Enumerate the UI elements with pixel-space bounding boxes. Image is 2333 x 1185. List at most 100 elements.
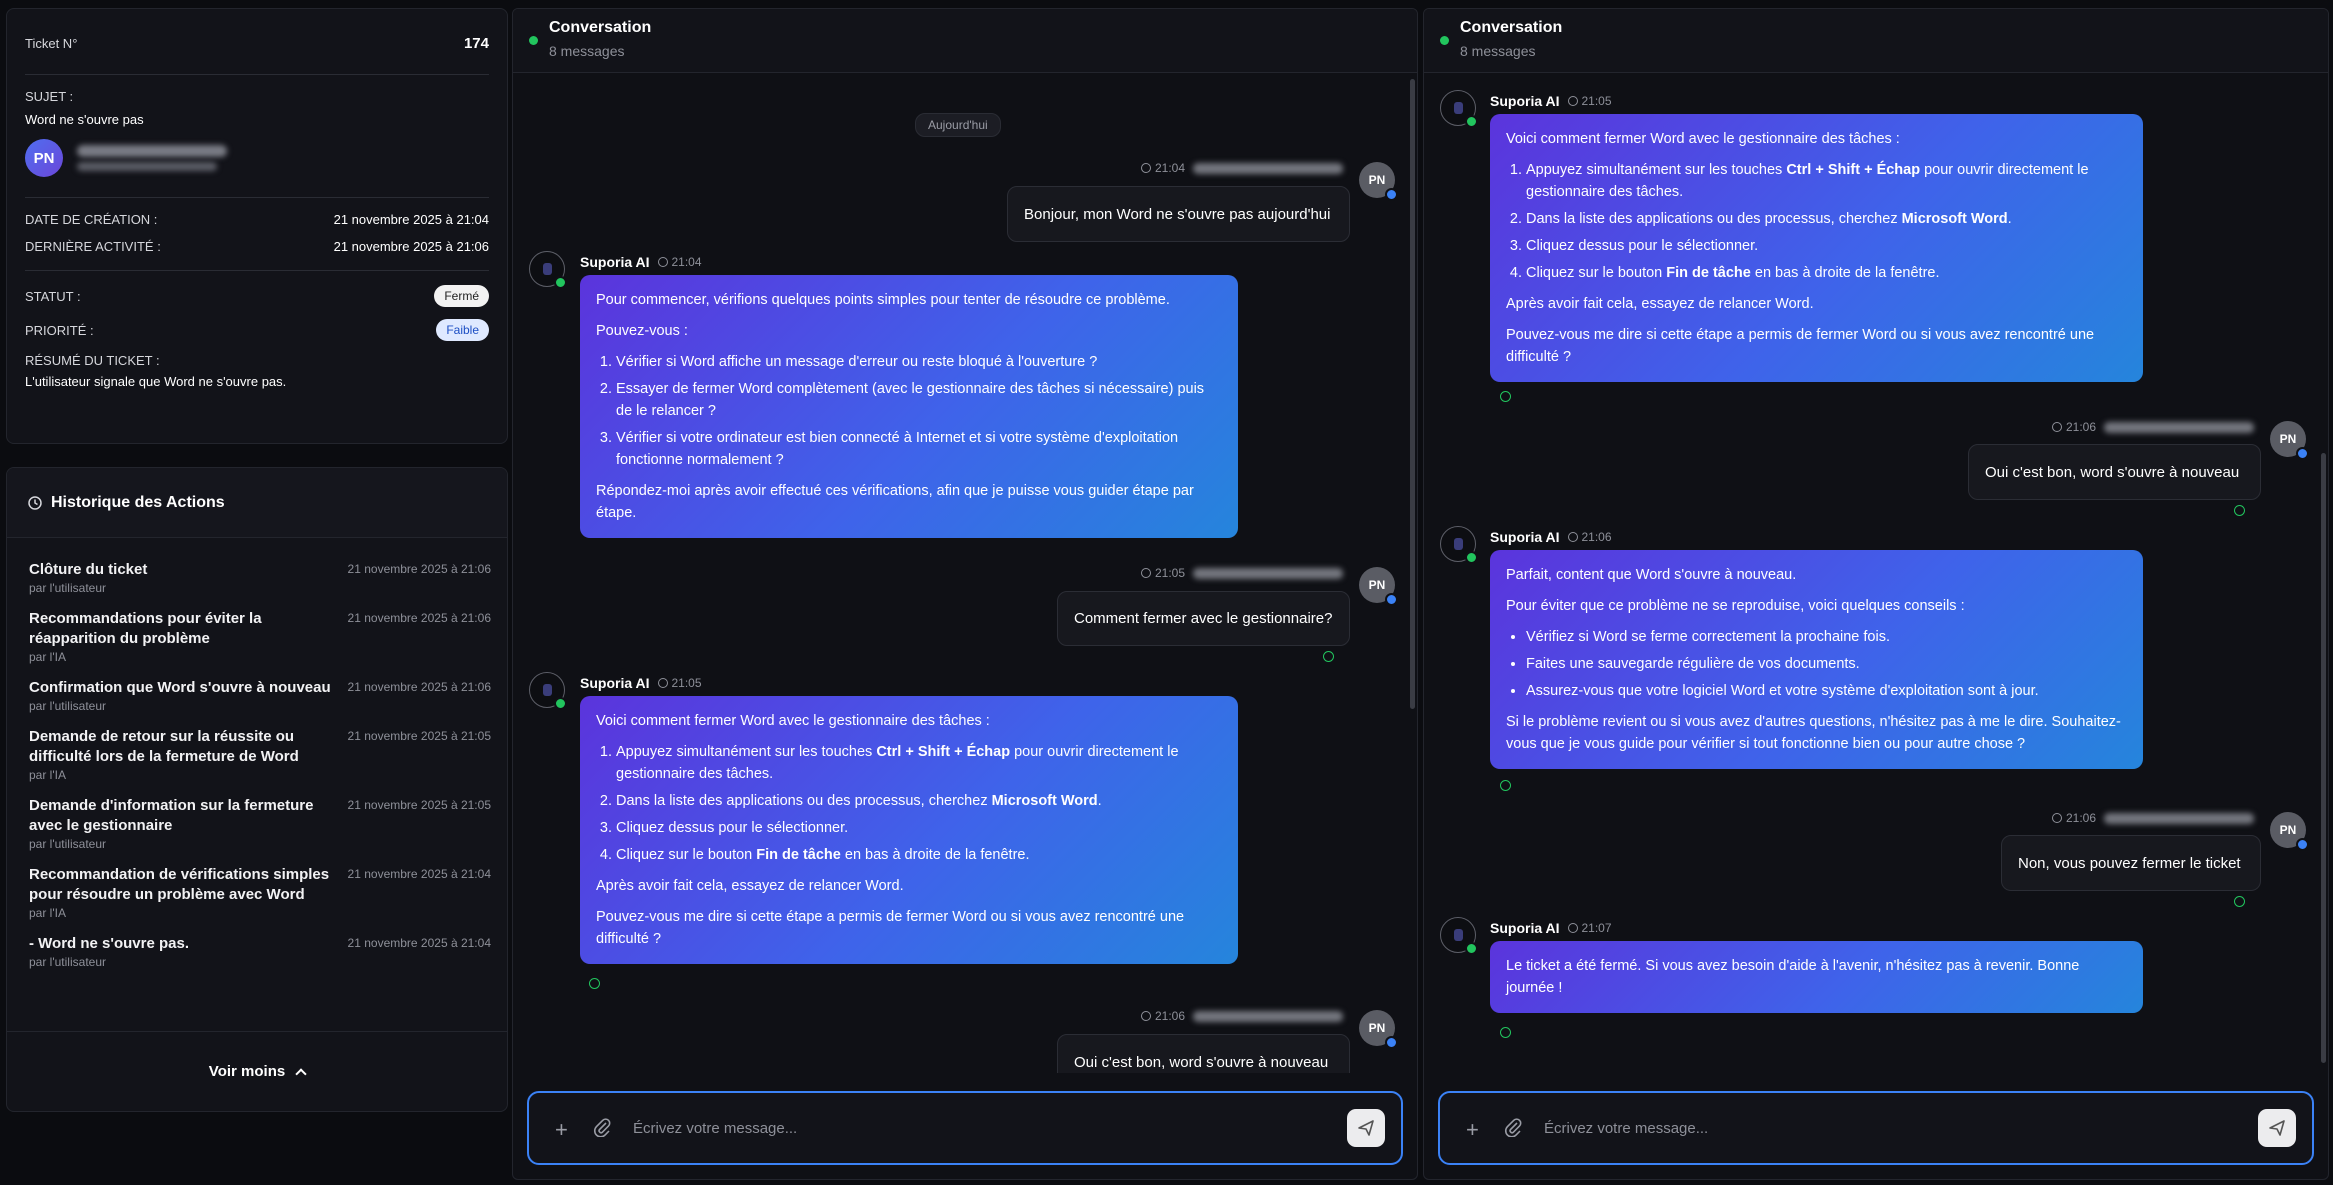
message-list[interactable]: Aujourd'hui 21:04 PN Bonjour, mon Word n… — [513, 73, 1417, 1073]
sender-name: Suporia AI — [1490, 93, 1560, 109]
message-time: 21:05 — [1155, 566, 1186, 580]
conversation-panel-scrolled: Conversation 8 messages Suporia AI 21:05… — [1423, 8, 2329, 1180]
sender-name: Suporia AI — [1490, 529, 1560, 545]
clock-icon — [1567, 532, 1578, 542]
summary-value: L'utilisateur signale que Word ne s'ouvr… — [25, 374, 287, 389]
divider — [25, 270, 489, 271]
list-item: Demande de retour sur la réussite ou dif… — [29, 727, 491, 782]
send-button[interactable] — [2258, 1109, 2296, 1147]
sender-name: Suporia AI — [580, 675, 650, 691]
paperclip-icon[interactable] — [593, 1117, 611, 1137]
avatar: PN — [25, 139, 63, 177]
conversation-title: Conversation — [549, 19, 652, 36]
avatar: PN — [2270, 421, 2309, 460]
conversation-header: Conversation 8 messages — [1424, 9, 2328, 73]
list-item: Clôture du ticket par l'utilisateur 21 no… — [29, 560, 491, 595]
read-receipt-icon — [1500, 780, 1511, 791]
history-card: Historique des Actions Clôture du ticket… — [6, 467, 508, 1112]
history-title: Historique des Actions — [51, 493, 225, 511]
message-time: 21:06 — [1581, 530, 1612, 544]
avatar: PN — [1359, 1010, 1398, 1049]
read-receipt-icon — [1500, 1027, 1511, 1038]
ai-avatar — [1440, 917, 1478, 955]
divider — [25, 197, 489, 198]
app-root: Ticket N° 174 SUJET : Word ne s'ouvre pa… — [0, 0, 2333, 1185]
paperclip-icon[interactable] — [1504, 1117, 1522, 1137]
ai-message: Le ticket a été fermé. Si vous avez beso… — [1490, 941, 2143, 1013]
message-meta: 21:06 — [2052, 420, 2255, 434]
history-item-date: 21 novembre 2025 à 21:05 — [347, 798, 491, 812]
history-item-author: par l'utilisateur — [29, 955, 106, 969]
status-label: STATUT : — [25, 288, 81, 304]
ai-avatar — [1440, 526, 1478, 564]
history-item-author: par l'IA — [29, 768, 66, 782]
history-item-author: par l'IA — [29, 650, 66, 664]
history-item-title: Confirmation que Word s'ouvre à nouveau — [29, 679, 331, 696]
message-time: 21:06 — [2066, 811, 2097, 825]
user-name-redacted — [2104, 812, 2255, 824]
message-count: 8 messages — [549, 43, 625, 59]
history-list: Clôture du ticket par l'utilisateur 21 no… — [7, 538, 507, 969]
clock-icon — [1567, 923, 1578, 933]
clock-icon — [1141, 1011, 1151, 1021]
history-item-author: par l'utilisateur — [29, 837, 106, 851]
scrollbar[interactable] — [1410, 79, 1415, 709]
ai-message: Voici comment fermer Word avec le gestio… — [580, 696, 1238, 964]
message-list[interactable]: Suporia AI 21:05 Voici comment fermer Wo… — [1424, 73, 2328, 1073]
history-item-date: 21 novembre 2025 à 21:04 — [347, 936, 491, 950]
user-message: Oui c'est bon, word s'ouvre à nouveau — [1968, 444, 2261, 500]
user-identity-redacted — [77, 145, 227, 171]
user-name-redacted — [1193, 162, 1344, 174]
message-time: 21:06 — [2066, 420, 2097, 434]
clock-icon — [2052, 422, 2062, 432]
user-name-redacted — [1193, 567, 1344, 579]
ai-avatar — [1440, 90, 1478, 128]
message-meta: Suporia AI 21:04 — [580, 254, 702, 270]
message-meta: 21:05 — [1141, 566, 1344, 580]
online-status-icon — [1440, 36, 1449, 45]
history-item-date: 21 novembre 2025 à 21:06 — [347, 562, 491, 576]
history-item-title: Clôture du ticket — [29, 561, 148, 578]
history-item-author: par l'utilisateur — [29, 581, 106, 595]
read-receipt-icon — [589, 978, 600, 989]
read-receipt-icon — [2234, 505, 2245, 516]
online-status-icon — [529, 36, 538, 45]
history-item-title: Demande de retour sur la réussite ou dif… — [29, 728, 299, 765]
ai-message: Parfait, content que Word s'ouvre à nouv… — [1490, 550, 2143, 769]
ticket-details-card: Ticket N° 174 SUJET : Word ne s'ouvre pa… — [6, 8, 508, 444]
send-button[interactable] — [1347, 1109, 1385, 1147]
divider — [25, 74, 489, 75]
read-receipt-icon — [1500, 391, 1511, 402]
avatar: PN — [2270, 812, 2309, 851]
plus-icon[interactable]: + — [1466, 1117, 1479, 1143]
list-item: Recommandation de vérifications simples … — [29, 865, 491, 920]
send-icon — [2269, 1120, 2285, 1136]
ticket-user: PN — [25, 139, 489, 177]
last-activity-label: DERNIÈRE ACTIVITÉ : — [25, 239, 161, 254]
list-item: Demande d'information sur la fermeture a… — [29, 796, 491, 851]
status-badge: Fermé — [434, 285, 489, 307]
priority-label: PRIORITÉ : — [25, 322, 94, 338]
clock-icon — [1141, 568, 1151, 578]
message-meta: Suporia AI 21:06 — [1490, 529, 1612, 545]
message-time: 21:07 — [1581, 921, 1612, 935]
show-less-button[interactable]: Voir moins — [7, 1031, 507, 1111]
history-item-title: Demande d'information sur la fermeture a… — [29, 797, 314, 834]
message-input[interactable] — [633, 1113, 1233, 1143]
created-label: DATE DE CRÉATION : — [25, 212, 158, 227]
history-item-date: 21 novembre 2025 à 21:05 — [347, 729, 491, 743]
last-activity-value: 21 novembre 2025 à 21:06 — [333, 239, 489, 254]
history-item-author: par l'IA — [29, 906, 66, 920]
ai-message: Pour commencer, vérifions quelques point… — [580, 275, 1238, 538]
list-item: Confirmation que Word s'ouvre à nouveau p… — [29, 678, 491, 713]
conversation-header: Conversation 8 messages — [513, 9, 1417, 73]
chevron-up-icon — [295, 1067, 307, 1080]
ai-avatar — [529, 251, 567, 289]
scrollbar[interactable] — [2321, 453, 2326, 1063]
history-item-author: par l'utilisateur — [29, 699, 106, 713]
message-input[interactable] — [1544, 1113, 2144, 1143]
plus-icon[interactable]: + — [555, 1117, 568, 1143]
subject-label: SUJET : — [25, 89, 74, 104]
history-item-title: Recommandations pour éviter la réapparit… — [29, 610, 262, 647]
avatar: PN — [1359, 567, 1398, 606]
